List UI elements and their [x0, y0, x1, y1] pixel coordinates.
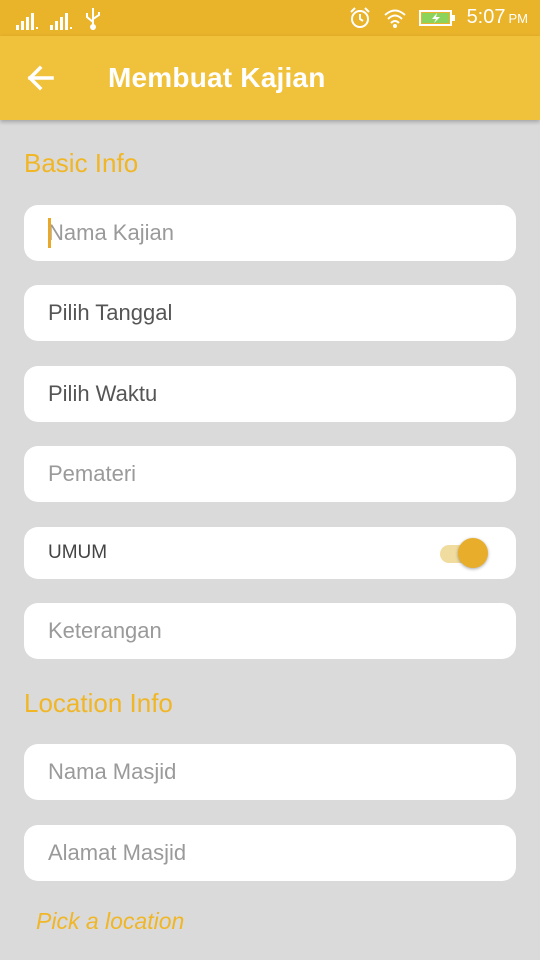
nama-masjid-input[interactable] [48, 759, 468, 785]
pilih-tanggal-field[interactable]: Pilih Tanggal [24, 285, 516, 341]
pilih-waktu-field[interactable]: Pilih Waktu [24, 366, 516, 422]
section-title-basic-info: Basic Info [24, 148, 139, 178]
app-bar: Membuat Kajian [0, 36, 540, 120]
status-bar: 5:07 PM [0, 0, 540, 36]
nama-masjid-field[interactable] [24, 744, 516, 800]
battery-charging-icon [418, 9, 455, 26]
clock-time: 5:07 [466, 6, 506, 28]
nama-kajian-field[interactable] [24, 205, 516, 261]
nama-kajian-input[interactable] [48, 220, 468, 246]
arrow-left-icon [27, 65, 54, 91]
pick-location-link[interactable]: Pick a location [36, 908, 184, 935]
alamat-masjid-input[interactable] [48, 840, 468, 866]
page-title: Membuat Kajian [108, 62, 326, 93]
clock-ampm: PM [508, 11, 529, 26]
alarm-icon [349, 6, 370, 28]
pemateri-field[interactable] [24, 446, 516, 502]
text-cursor [48, 218, 51, 248]
status-left [16, 8, 102, 30]
section-title-location-info: Location Info [24, 688, 173, 718]
alamat-masjid-field[interactable] [24, 825, 516, 881]
pemateri-input[interactable] [48, 461, 468, 487]
switch-thumb [458, 538, 488, 568]
keterangan-input[interactable] [48, 618, 468, 644]
usb-icon [86, 8, 100, 30]
status-right: 5:07 PM [349, 6, 528, 29]
signal-icon [50, 13, 72, 30]
back-button[interactable] [22, 58, 62, 98]
pilih-waktu-label: Pilih Waktu [48, 381, 158, 406]
wifi-icon [383, 9, 406, 28]
signal-icon [16, 13, 38, 30]
keterangan-field[interactable] [24, 603, 516, 659]
umum-toggle-row: UMUM [24, 527, 516, 579]
clock: 5:07 PM [467, 6, 528, 29]
umum-label: UMUM [48, 542, 108, 563]
umum-switch[interactable] [440, 538, 488, 568]
pilih-tanggal-label: Pilih Tanggal [48, 300, 173, 325]
